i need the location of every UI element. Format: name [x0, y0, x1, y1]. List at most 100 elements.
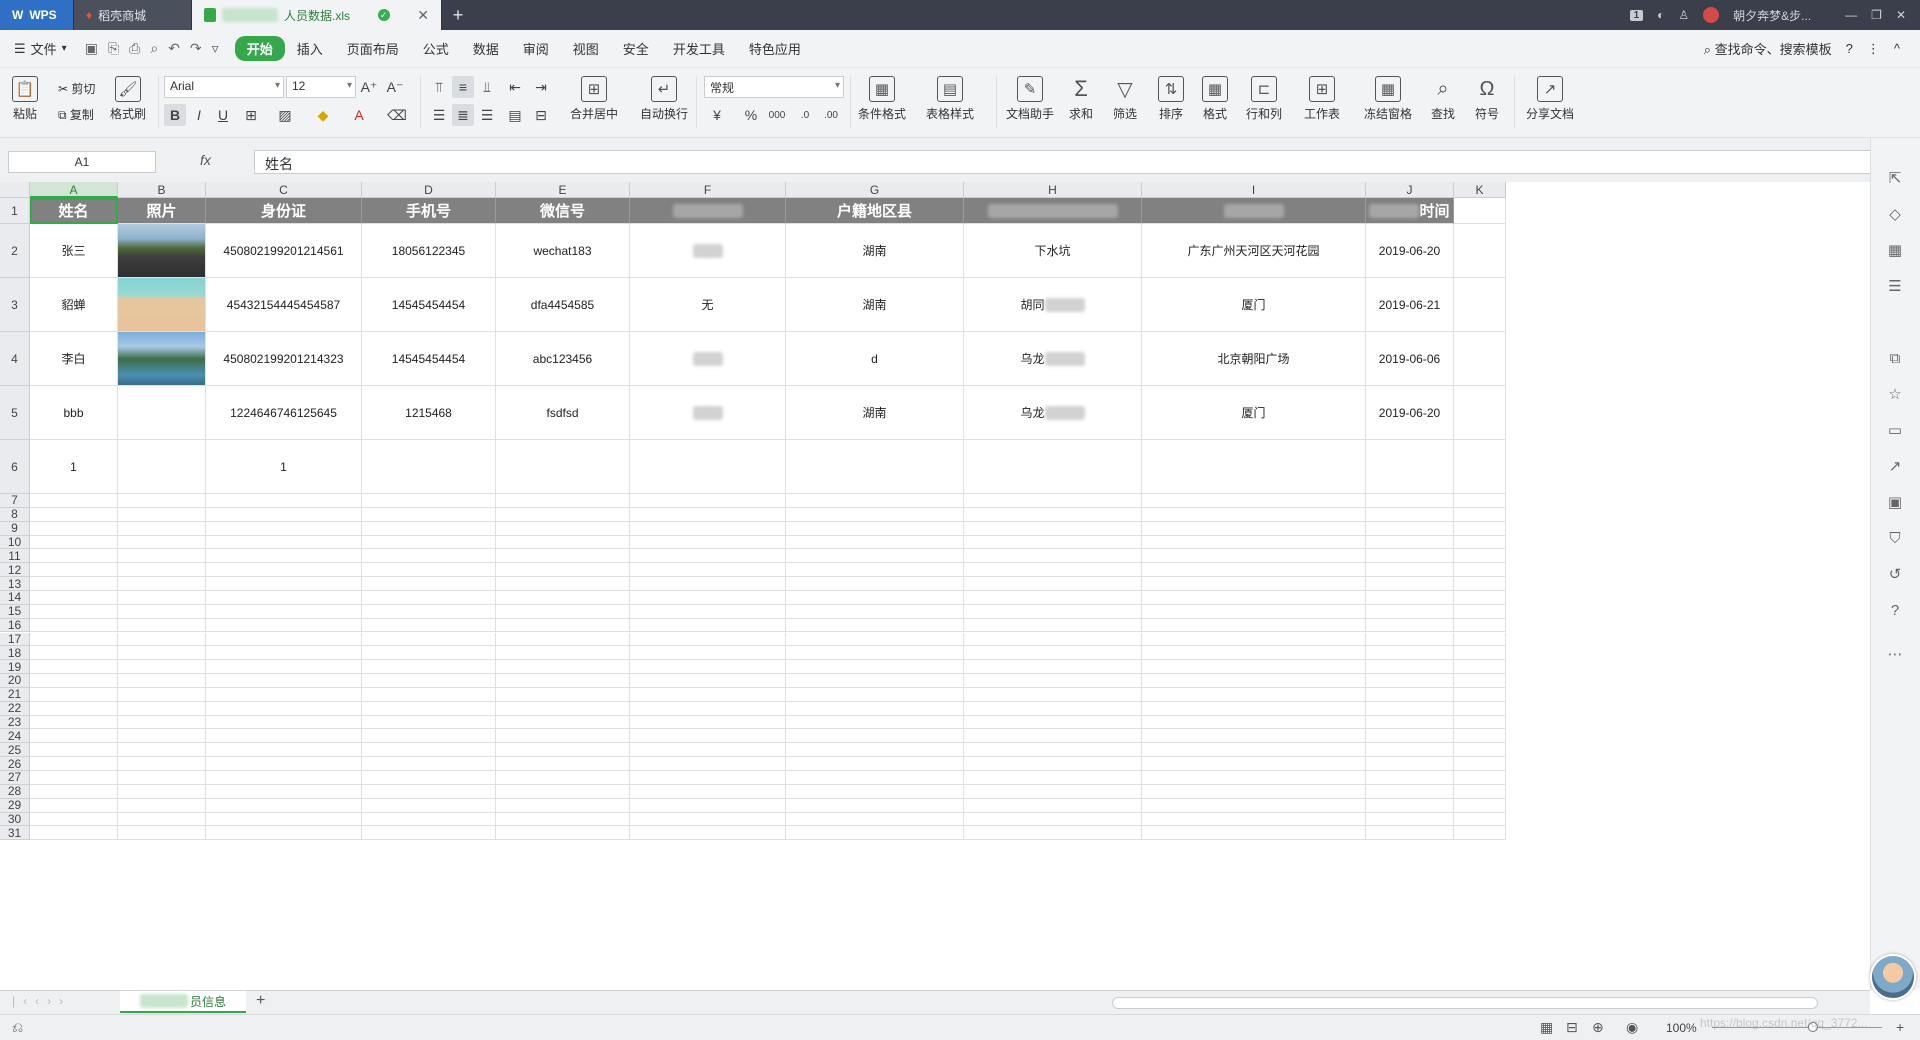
cell-A11[interactable]: [30, 549, 118, 564]
cell-D7[interactable]: [362, 494, 496, 508]
cell-F28[interactable]: [630, 784, 786, 799]
photo-thumbnail[interactable]: [118, 332, 205, 385]
cursor-icon[interactable]: ⇱: [1886, 170, 1904, 188]
row-header-5[interactable]: 5: [0, 386, 30, 440]
cell-D2[interactable]: 18056122345: [362, 224, 496, 278]
cell-H27[interactable]: [964, 771, 1142, 785]
cell-D12[interactable]: [362, 563, 496, 578]
sheet-tab-active[interactable]: 员信息: [120, 991, 246, 1013]
cell-G28[interactable]: [786, 784, 964, 799]
doc-helper-button[interactable]: ✎ 文档助手: [1006, 76, 1054, 122]
cell-E22[interactable]: [496, 701, 630, 716]
table-style-button[interactable]: ▤ 表格样式: [926, 76, 974, 122]
column-header-H[interactable]: H: [964, 182, 1142, 198]
cell-E27[interactable]: [496, 771, 630, 785]
format-painter-button[interactable]: 🖌 格式刷: [110, 76, 146, 122]
row-header-12[interactable]: 12: [0, 563, 30, 578]
cell-C27[interactable]: [206, 771, 362, 785]
cell-G15[interactable]: [786, 604, 964, 619]
cell-B14[interactable]: [118, 590, 206, 605]
cell-J12[interactable]: [1366, 563, 1454, 578]
cell-J30[interactable]: [1366, 812, 1454, 827]
wrap-text-button[interactable]: ↵ 自动换行: [640, 76, 688, 122]
cell-A7[interactable]: [30, 494, 118, 508]
cell-I19[interactable]: [1142, 660, 1366, 675]
cell-H7[interactable]: [964, 494, 1142, 508]
cell-I12[interactable]: [1142, 563, 1366, 578]
collapse-ribbon-button[interactable]: ^: [1894, 41, 1900, 56]
cell-J23[interactable]: [1366, 715, 1454, 730]
cell-E26[interactable]: [496, 757, 630, 771]
cell-C4[interactable]: 450802199201214323: [206, 332, 362, 386]
row-header-11[interactable]: 11: [0, 549, 30, 564]
cell-F11[interactable]: [630, 549, 786, 564]
cell-C12[interactable]: [206, 563, 362, 578]
cell-E11[interactable]: [496, 549, 630, 564]
page-break-icon[interactable]: ⊟: [1566, 1019, 1578, 1036]
cell-A30[interactable]: [30, 812, 118, 827]
row-header-19[interactable]: 19: [0, 660, 30, 675]
fill-pattern-icon[interactable]: ▨: [274, 104, 296, 126]
row-header-16[interactable]: 16: [0, 618, 30, 633]
cell-D13[interactable]: [362, 577, 496, 591]
gallery-icon[interactable]: ⧉: [1886, 350, 1904, 368]
box-icon[interactable]: ▭: [1886, 422, 1904, 440]
share-doc-button[interactable]: ↗ 分享文档: [1526, 76, 1574, 122]
cell-G30[interactable]: [786, 812, 964, 827]
cell-H15[interactable]: [964, 604, 1142, 619]
cell-F29[interactable]: [630, 798, 786, 813]
row-col-button[interactable]: ⊏ 行和列: [1246, 76, 1282, 122]
cell-G24[interactable]: [786, 729, 964, 744]
cell-E29[interactable]: [496, 798, 630, 813]
cell-B24[interactable]: [118, 729, 206, 744]
cell-G31[interactable]: [786, 826, 964, 841]
cell-F4[interactable]: [630, 332, 786, 386]
cell-J7[interactable]: [1366, 494, 1454, 508]
spreadsheet-grid[interactable]: ABCDEFGHIJK 1 2 3 4 5 6 7 8 9 10 11 12 13 14 15 16 17 18 1…: [0, 182, 1870, 990]
cell-J25[interactable]: [1366, 743, 1454, 758]
row-header-1[interactable]: 1: [0, 198, 30, 224]
cell-I25[interactable]: [1142, 743, 1366, 758]
column-header-E[interactable]: E: [496, 182, 630, 198]
cell-A29[interactable]: [30, 798, 118, 813]
cell-D21[interactable]: [362, 687, 496, 702]
cell-A15[interactable]: [30, 604, 118, 619]
photo-thumbnail[interactable]: [118, 278, 205, 331]
cell-I8[interactable]: [1142, 507, 1366, 522]
cell-E7[interactable]: [496, 494, 630, 508]
print-preview-icon[interactable]: ⌕: [150, 40, 158, 57]
row-header-30[interactable]: 30: [0, 812, 30, 827]
cell-F9[interactable]: [630, 521, 786, 536]
cell-D4[interactable]: 14545454454: [362, 332, 496, 386]
cell-F30[interactable]: [630, 812, 786, 827]
cell-J2[interactable]: 2019-06-20: [1366, 224, 1454, 278]
share-out-icon[interactable]: ↗: [1886, 458, 1904, 476]
menu-developer[interactable]: 开发工具: [661, 36, 737, 61]
help-circle-icon[interactable]: ?: [1886, 602, 1904, 620]
freeze-button[interactable]: ▦ 冻结窗格: [1364, 76, 1412, 122]
cell-C22[interactable]: [206, 701, 362, 716]
cell-C25[interactable]: [206, 743, 362, 758]
row-header-28[interactable]: 28: [0, 784, 30, 799]
cell-A19[interactable]: [30, 660, 118, 675]
cell-G1[interactable]: 户籍地区县: [786, 198, 964, 224]
cell-K2[interactable]: [1454, 224, 1506, 278]
row-header-23[interactable]: 23: [0, 715, 30, 730]
cell-I3[interactable]: 厦门: [1142, 278, 1366, 332]
shapes-icon[interactable]: ◇: [1886, 206, 1904, 224]
cell-B23[interactable]: [118, 715, 206, 730]
font-name-select[interactable]: Arial: [164, 76, 284, 98]
close-tab-icon[interactable]: ✕: [417, 7, 429, 24]
cell-C29[interactable]: [206, 798, 362, 813]
cell-F7[interactable]: [630, 494, 786, 508]
indent-decrease-icon[interactable]: ⇤: [504, 76, 526, 98]
paste-button[interactable]: 📋 粘贴: [12, 76, 38, 122]
row-header-27[interactable]: 27: [0, 770, 30, 785]
row-header-24[interactable]: 24: [0, 729, 30, 744]
decrease-decimal-icon[interactable]: .00: [820, 104, 842, 126]
menu-home[interactable]: 开始: [234, 36, 285, 61]
cell-F6[interactable]: [630, 440, 786, 494]
cell-E21[interactable]: [496, 687, 630, 702]
cell-E10[interactable]: [496, 535, 630, 550]
cell-H25[interactable]: [964, 743, 1142, 758]
